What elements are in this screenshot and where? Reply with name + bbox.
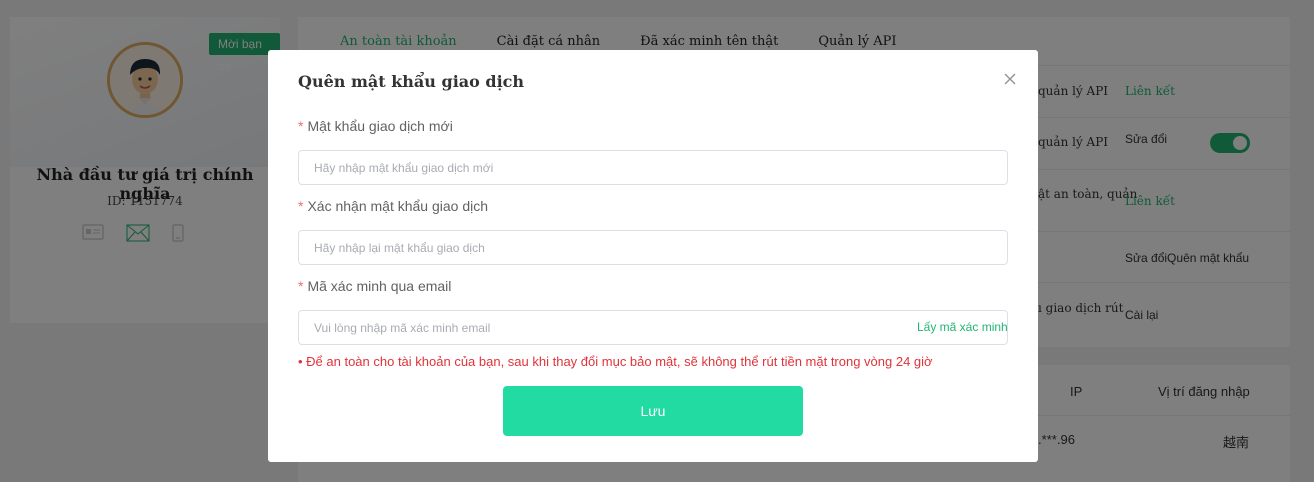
new-password-input[interactable] <box>298 150 1008 185</box>
forgot-trade-password-dialog: Quên mật khẩu giao dịch * Mật khẩu giao d… <box>268 50 1038 462</box>
save-button[interactable]: Lưu <box>503 386 803 436</box>
close-icon[interactable] <box>1003 72 1017 86</box>
email-code-input[interactable] <box>298 310 1008 345</box>
new-password-label: * Mật khẩu giao dịch mới <box>298 118 453 134</box>
confirm-password-label: * Xác nhận mật khẩu giao dịch <box>298 198 489 214</box>
email-code-label: * Mã xác minh qua email <box>298 278 452 294</box>
get-verification-code-button[interactable]: Lấy mã xác minh <box>917 320 1008 334</box>
dialog-title: Quên mật khẩu giao dịch <box>298 72 525 91</box>
confirm-password-input[interactable] <box>298 230 1008 265</box>
security-notice: • Để an toàn cho tài khoản của bạn, sau … <box>298 354 933 369</box>
